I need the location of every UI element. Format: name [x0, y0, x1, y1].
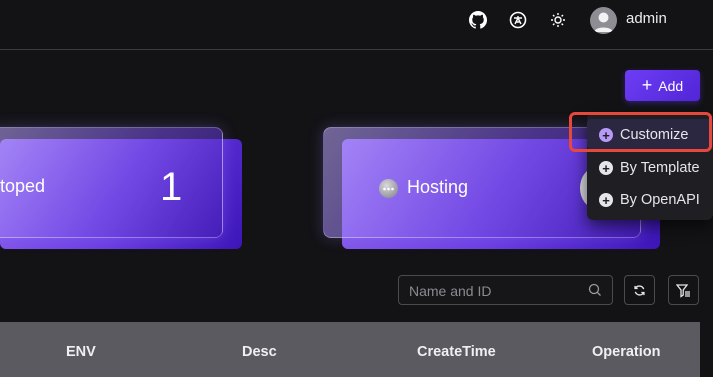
translate-icon[interactable] [508, 10, 528, 30]
more-dots-icon [379, 179, 398, 198]
card-1-title: toped [0, 176, 46, 196]
plus-icon: + [641, 74, 653, 95]
column-header-createtime[interactable]: CreateTime [417, 344, 496, 360]
search-icon[interactable] [588, 283, 602, 302]
add-button-label: Add [658, 77, 684, 94]
table-header: ENV Desc CreateTime Operation [0, 322, 700, 377]
filter-icon [676, 283, 690, 298]
card-1-count: 1 [160, 165, 183, 209]
column-header-operation[interactable]: Operation [592, 344, 660, 360]
search-input[interactable] [399, 276, 591, 306]
refresh-icon [634, 284, 645, 296]
menu-item-by-template[interactable]: + By Template [587, 154, 713, 182]
avatar[interactable] [590, 7, 617, 34]
card-2-title: Hosting [407, 177, 469, 197]
plus-circle-icon: + [599, 161, 613, 175]
filter-button[interactable] [668, 275, 699, 305]
search-field[interactable] [398, 275, 613, 306]
menu-item-label: By Template [620, 160, 700, 176]
column-header-desc[interactable]: Desc [242, 344, 277, 360]
github-icon[interactable] [468, 10, 488, 30]
top-bar: admin [0, 0, 713, 50]
highlight-box [569, 112, 712, 152]
menu-item-label: By OpenAPI [620, 192, 700, 208]
add-button[interactable]: + Add [625, 70, 700, 101]
username[interactable]: admin [626, 10, 667, 27]
menu-item-by-openapi[interactable]: + By OpenAPI [587, 186, 713, 214]
column-header-env[interactable]: ENV [66, 344, 96, 360]
theme-sun-icon[interactable] [548, 10, 568, 30]
refresh-button[interactable] [624, 275, 655, 305]
plus-circle-icon: + [599, 193, 613, 207]
